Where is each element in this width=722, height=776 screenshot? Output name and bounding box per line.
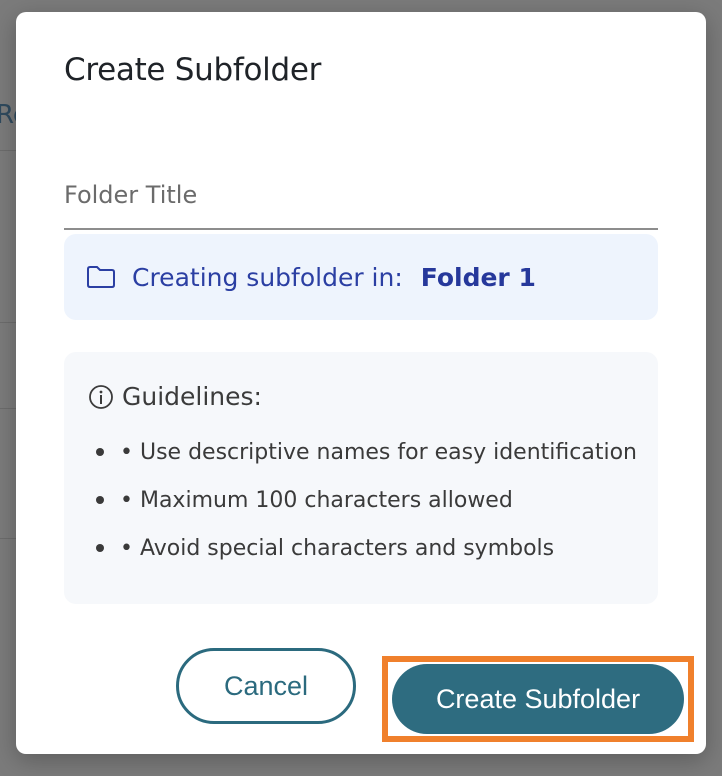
create-subfolder-button[interactable]: Create Subfolder: [392, 664, 684, 734]
guidelines-header: Guidelines:: [88, 382, 262, 411]
list-item: • Maximum 100 characters allowed: [96, 476, 637, 524]
bullet-icon: [96, 544, 104, 552]
parent-folder-name: Folder 1: [420, 262, 536, 292]
create-subfolder-dialog: Create Subfolder Creating subfolder in: …: [16, 12, 706, 754]
bullet-icon: [96, 448, 104, 456]
folder-icon: [86, 265, 116, 289]
list-item: • Avoid special characters and symbols: [96, 524, 637, 572]
guideline-text: • Avoid special characters and symbols: [120, 535, 555, 561]
folder-title-input[interactable]: [64, 172, 658, 230]
guidelines-list: • Use descriptive names for easy identif…: [96, 428, 637, 572]
dialog-title: Create Subfolder: [64, 52, 322, 88]
guideline-text: • Maximum 100 characters allowed: [120, 487, 513, 513]
list-item: • Use descriptive names for easy identif…: [96, 428, 637, 476]
guidelines-box: Guidelines: • Use descriptive names for …: [64, 352, 658, 604]
location-info-box: Creating subfolder in: Folder 1: [64, 234, 658, 320]
guideline-text: • Use descriptive names for easy identif…: [120, 439, 637, 465]
location-prefix: Creating subfolder in:: [132, 262, 403, 292]
info-icon: [88, 384, 114, 410]
bullet-icon: [96, 496, 104, 504]
cancel-button[interactable]: Cancel: [176, 648, 356, 724]
guidelines-title: Guidelines:: [122, 382, 262, 411]
